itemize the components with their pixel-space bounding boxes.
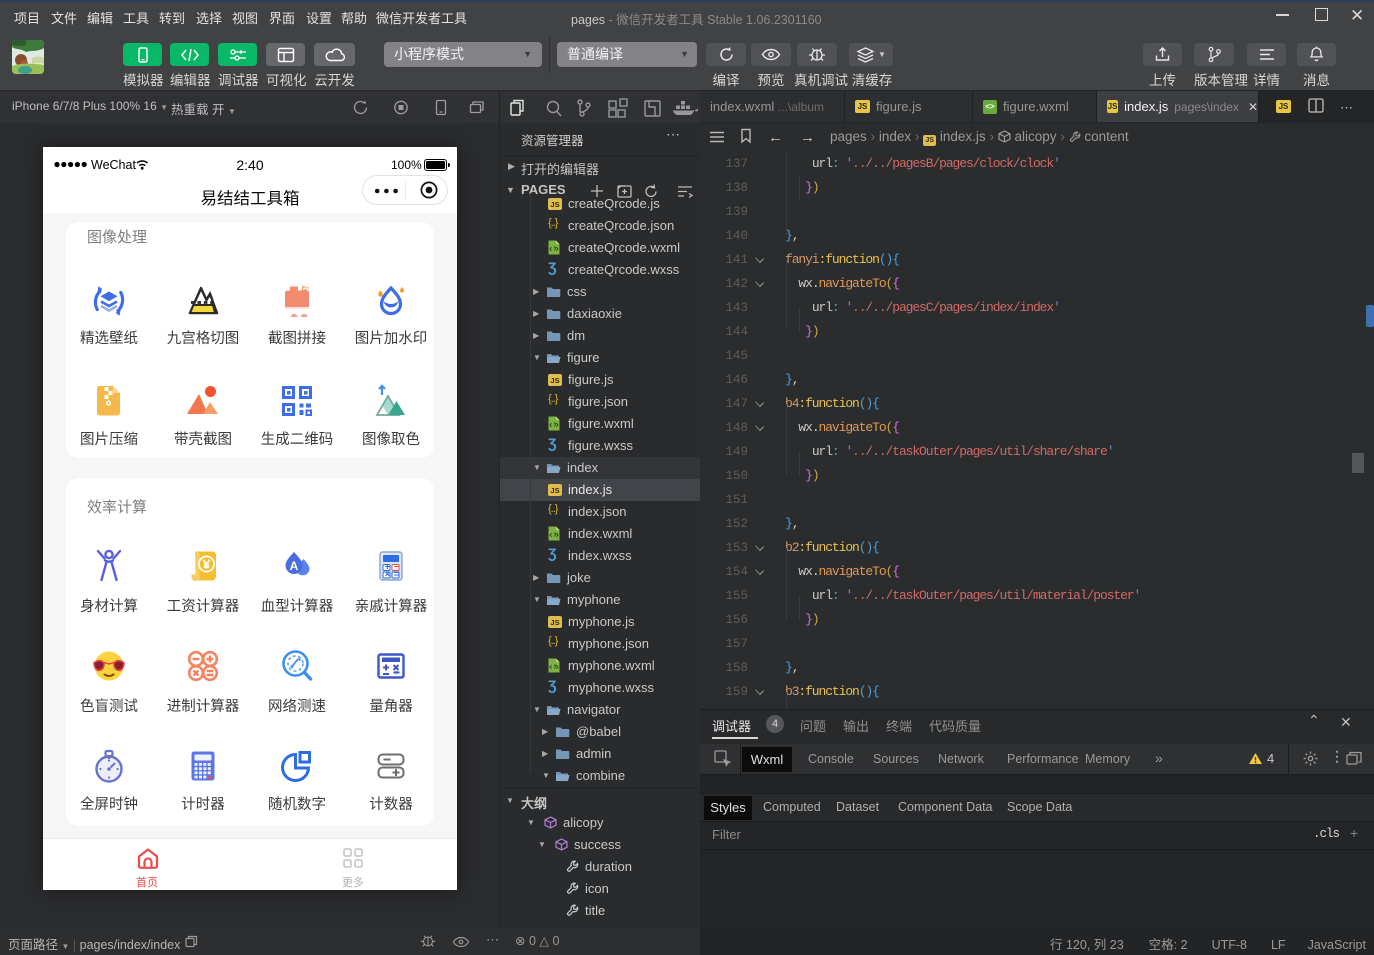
svg-text:×: × (385, 570, 390, 580)
svg-text:A: A (290, 559, 299, 573)
svg-text:=: = (394, 570, 399, 580)
